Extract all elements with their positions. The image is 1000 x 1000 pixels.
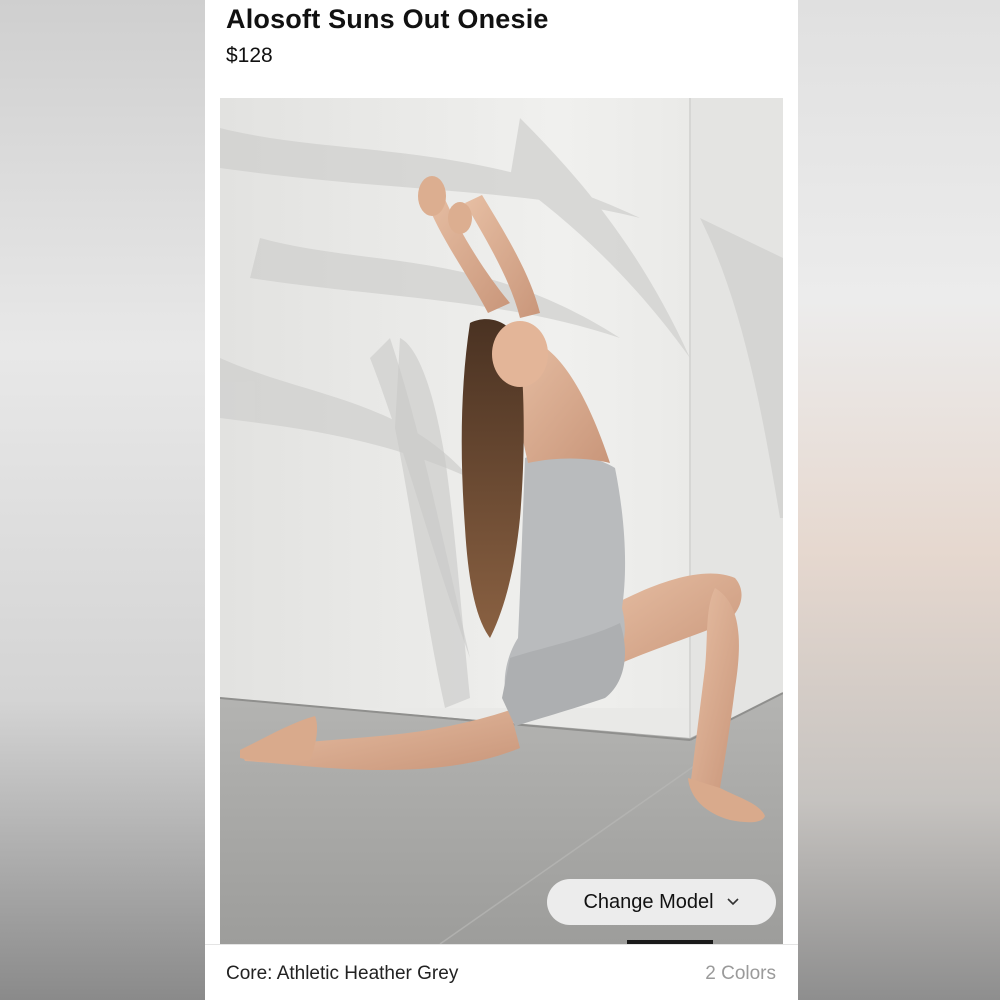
model-photo [220,98,783,944]
blurred-background-right [798,0,1000,1000]
product-image[interactable]: Change Model [220,98,783,944]
change-model-button[interactable]: Change Model [547,879,776,925]
blurred-background-left [0,0,205,1000]
screenshot-frame: Alosoft Suns Out Onesie $128 Change Mode… [0,0,1000,1000]
color-selector-bar[interactable]: Core: Athletic Heather Grey 2 Colors [205,944,798,1000]
product-page: Alosoft Suns Out Onesie $128 Change Mode… [205,0,798,1000]
color-count-link[interactable]: 2 Colors [705,963,776,985]
chevron-down-icon [726,898,739,906]
product-title: Alosoft Suns Out Onesie [226,4,549,34]
selected-color-label: Core: Athletic Heather Grey [226,963,459,984]
product-price: $128 [226,44,273,67]
change-model-label: Change Model [583,890,714,913]
